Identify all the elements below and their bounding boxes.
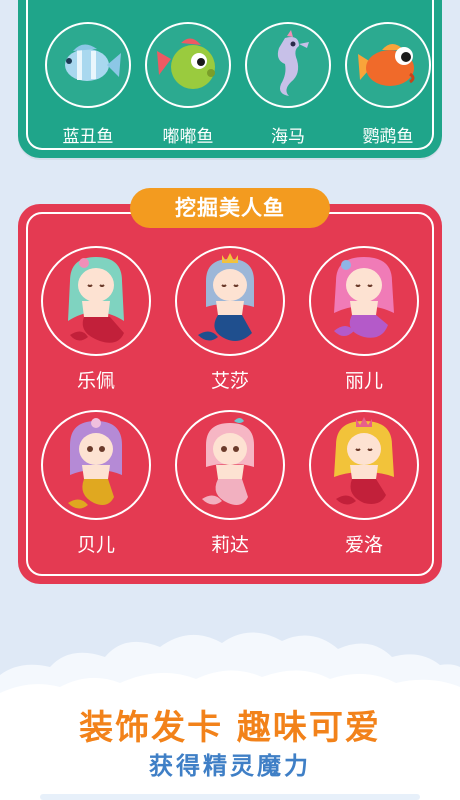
mermaid-circle	[309, 246, 419, 356]
mermaid-name: 贝儿	[76, 534, 115, 556]
mermaid-circle	[309, 410, 419, 520]
mermaid-circle	[41, 410, 151, 520]
mermaid-circle	[175, 246, 285, 356]
puffer-fish-green-icon	[157, 38, 215, 89]
mermaid-item-5[interactable]: 莉达	[170, 410, 290, 557]
mermaid-peach-hair-icon	[202, 418, 254, 505]
mermaid-item-6[interactable]: 爱洛	[304, 410, 424, 557]
fish-item-1[interactable]: 蓝丑鱼	[40, 22, 136, 147]
fish-circle	[345, 22, 431, 108]
mermaid-blue-hair-icon	[198, 253, 254, 341]
fish-name: 嘟嘟鱼	[162, 127, 214, 147]
mermaid-card: 挖掘美人鱼 乐佩 艾莎 丽儿 贝儿 莉达 爱洛	[18, 188, 442, 584]
mermaid-green-hair-icon	[68, 257, 124, 343]
clownfish-blue-icon	[65, 44, 121, 81]
parrot-fish-orange-icon	[358, 44, 415, 86]
mermaid-circle	[41, 246, 151, 356]
fish-name: 鹦鹉鱼	[362, 127, 414, 147]
mermaid-item-4[interactable]: 贝儿	[36, 410, 156, 557]
slogan-line-2: 获得精灵魔力	[149, 752, 311, 780]
fish-circle	[245, 22, 331, 108]
fish-item-2[interactable]: 嘟嘟鱼	[140, 22, 236, 147]
fish-circle	[145, 22, 231, 108]
mermaid-section-title: 挖掘美人鱼	[130, 188, 330, 228]
mermaid-name: 艾莎	[210, 370, 249, 392]
mermaid-item-1[interactable]: 乐佩	[36, 246, 156, 393]
bottom-divider	[40, 794, 420, 800]
fish-circle	[45, 22, 131, 108]
mermaid-name: 莉达	[210, 534, 249, 556]
mermaid-pink-hair-icon	[334, 257, 394, 338]
mermaid-name: 爱洛	[344, 534, 383, 556]
mermaid-item-2[interactable]: 艾莎	[170, 246, 290, 393]
mermaid-item-3[interactable]: 丽儿	[304, 246, 424, 393]
mermaid-name: 乐佩	[76, 370, 115, 392]
fish-name: 蓝丑鱼	[62, 127, 114, 147]
slogan-line-1: 装饰发卡 趣味可爱	[79, 708, 381, 748]
mermaid-name: 丽儿	[344, 370, 383, 392]
fish-name: 海马	[271, 127, 305, 147]
mermaid-blonde-hair-icon	[334, 417, 394, 505]
seahorse-icon	[277, 30, 309, 96]
mermaid-circle	[175, 410, 285, 520]
fish-item-4[interactable]: 鹦鹉鱼	[340, 22, 436, 147]
fish-card: 蓝丑鱼 嘟嘟鱼 海马 鹦鹉鱼	[18, 0, 442, 158]
fish-item-3[interactable]: 海马	[240, 22, 336, 147]
mermaid-purple-hair-icon	[68, 418, 122, 509]
